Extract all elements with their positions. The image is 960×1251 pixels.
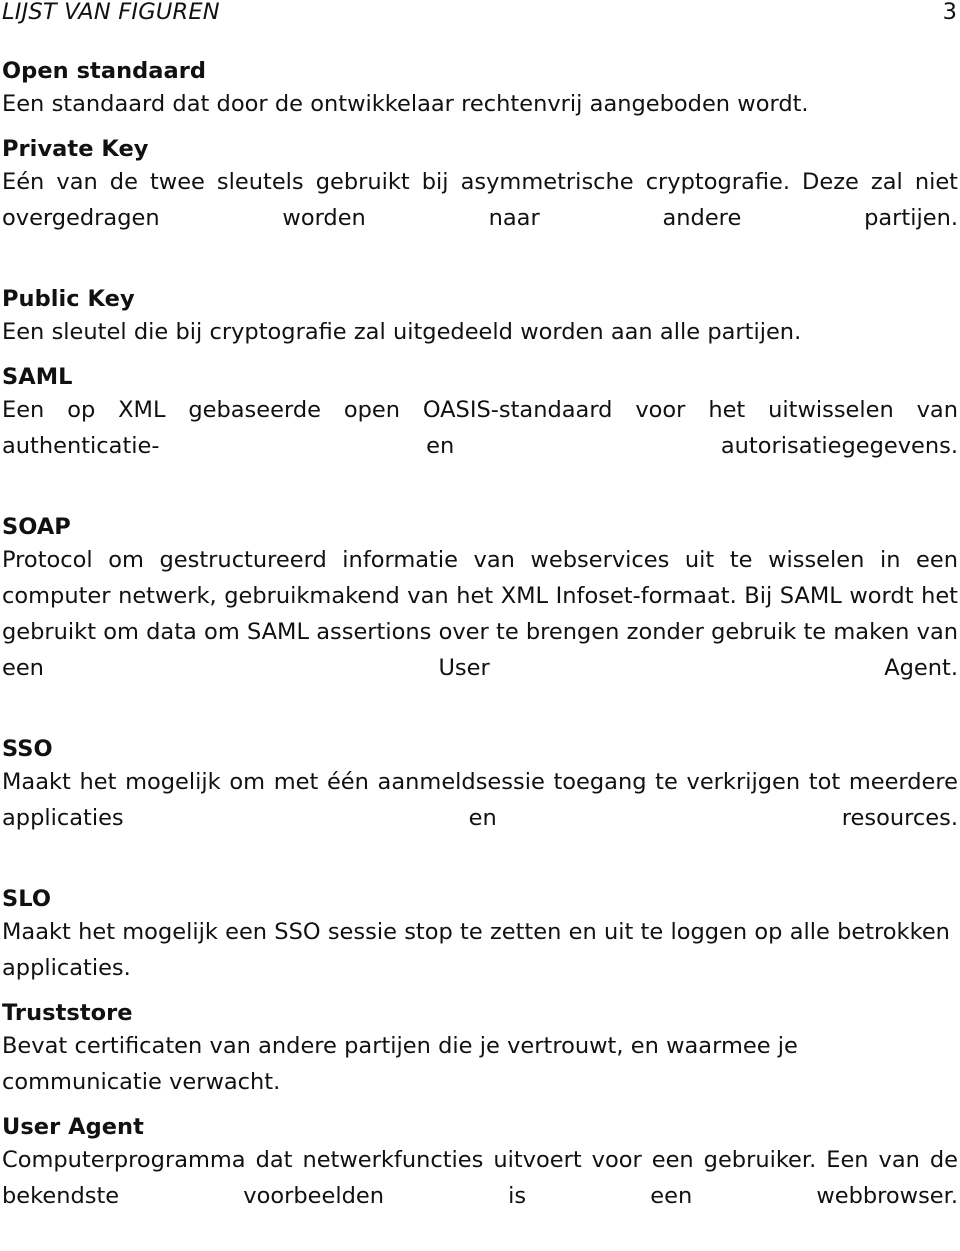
glossary-term: SSO: [2, 736, 53, 763]
glossary-entry: SSO Maakt het mogelijk om met één aanmel…: [2, 735, 958, 873]
glossary-definition: Een op XML gebaseerde open OASIS-standaa…: [2, 396, 958, 459]
glossary-term: Public Key: [2, 285, 135, 312]
glossary-definition: Protocol om gestructureerd informatie va…: [2, 546, 958, 682]
glossary-entry: SOAP Protocol om gestructureerd informat…: [2, 513, 958, 723]
glossary-definition: Eén van de twee sleutels gebruikt bij as…: [2, 168, 958, 231]
glossary-term: SAML: [2, 363, 73, 390]
running-header: LIJST VAN FIGUREN 3: [2, 0, 957, 26]
glossary-definition: Maakt het mogelijk een SSO sessie stop t…: [2, 919, 950, 982]
running-header-title: LIJST VAN FIGUREN: [2, 0, 220, 25]
glossary-entry: SLO Maakt het mogelijk een SSO sessie st…: [2, 885, 958, 986]
glossary-term: Open standaard: [2, 58, 207, 84]
glossary-term: SOAP: [2, 513, 71, 540]
glossary-entry: Truststore Bevat certificaten van andere…: [2, 999, 958, 1100]
page-number: 3: [942, 0, 957, 25]
document-page: LIJST VAN FIGUREN 3 Open standaard Een s…: [0, 0, 960, 1209]
glossary-term: Truststore: [2, 1000, 133, 1027]
glossary-entry: User Agent Computerprogramma dat netwerk…: [2, 1113, 958, 1251]
glossary-entry: Open standaard Een standaard dat door de…: [2, 57, 958, 122]
glossary-entry: Private Key Eén van de twee sleutels geb…: [2, 135, 958, 273]
glossary-entry: SAML Een op XML gebaseerde open OASIS-st…: [2, 363, 958, 501]
glossary-definition: Maakt het mogelijk om met één aanmeldses…: [2, 769, 958, 832]
glossary-definition: Een standaard dat door de ontwikkelaar r…: [2, 91, 809, 117]
glossary-entry: Public Key Een sleutel die bij cryptogra…: [2, 285, 958, 350]
glossary-term: Private Key: [2, 135, 149, 162]
glossary-definition: Een sleutel die bij cryptografie zal uit…: [2, 318, 802, 345]
glossary-definition: Computerprogramma dat netwerkfuncties ui…: [2, 1147, 958, 1210]
glossary-term: User Agent: [2, 1114, 144, 1141]
glossary-list: Open standaard Een standaard dat door de…: [2, 57, 958, 1251]
glossary-definition: Bevat certificaten van andere partijen d…: [2, 1033, 798, 1096]
